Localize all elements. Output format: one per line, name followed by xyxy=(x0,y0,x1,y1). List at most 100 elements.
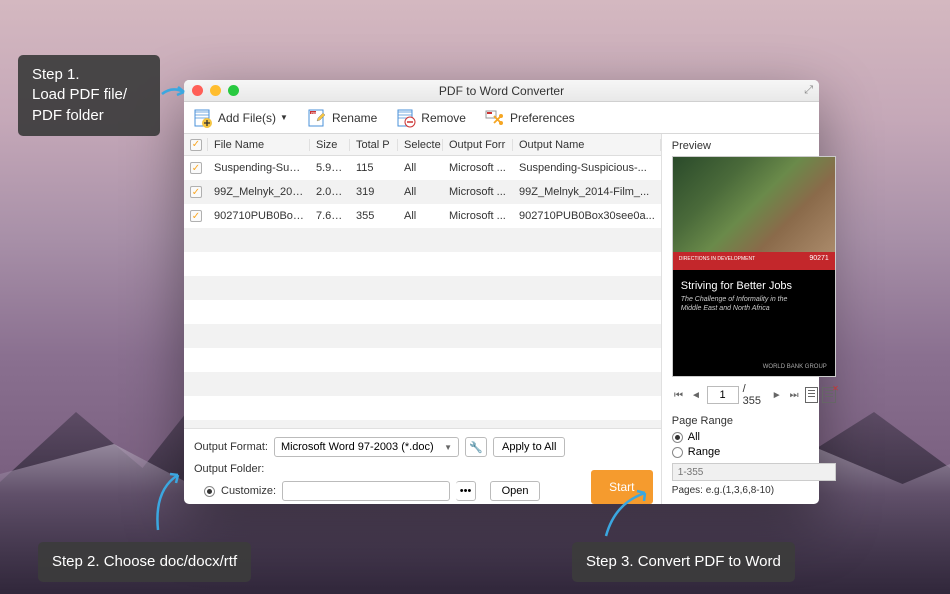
page-range-label: Page Range xyxy=(672,415,836,427)
callout-step1: Step 1. Load PDF file/ PDF folder xyxy=(18,55,160,136)
page-total: / 355 xyxy=(743,383,766,407)
pages-hint: Pages: e.g.(1,3,6,8-10) xyxy=(672,485,836,496)
cell-filename: 902710PUB0Box30... xyxy=(208,210,310,222)
output-format-select[interactable]: Microsoft Word 97-2003 (*.doc) xyxy=(274,437,459,457)
page-first-icon[interactable]: ⏮ xyxy=(672,390,685,401)
table-header: File Name Size Total P Selecte Output Fo… xyxy=(184,134,661,156)
table-row[interactable]: 902710PUB0Box30...7.61 ...355AllMicrosof… xyxy=(184,204,661,228)
browse-button[interactable]: ••• xyxy=(456,481,476,501)
row-checkbox[interactable] xyxy=(190,162,202,174)
callout-step3: Step 3. Convert PDF to Word xyxy=(572,542,795,582)
preferences-label: Preferences xyxy=(510,111,575,125)
content: File Name Size Total P Selecte Output Fo… xyxy=(184,134,819,504)
book-cover-photo xyxy=(673,157,835,252)
row-checkbox[interactable] xyxy=(190,186,202,198)
output-format-label: Output Format: xyxy=(194,441,268,453)
cell-total: 355 xyxy=(350,210,398,222)
window-title: PDF to Word Converter xyxy=(184,84,819,98)
page-next-icon[interactable]: ► xyxy=(770,390,783,401)
cell-output: 99Z_Melnyk_2014-Film_... xyxy=(513,186,661,198)
cell-size: 5.97 ... xyxy=(310,162,350,174)
settings-gear-button[interactable]: 🔧 xyxy=(465,437,487,457)
arrow-step3 xyxy=(600,488,660,546)
page-prev-icon[interactable]: ◄ xyxy=(689,390,702,401)
table-row-empty xyxy=(184,228,661,252)
wrench-icon: 🔧 xyxy=(469,441,483,454)
book-black-area: Striving for Better Jobs The Challenge o… xyxy=(673,270,835,323)
table-row-empty xyxy=(184,300,661,324)
select-all-checkbox[interactable] xyxy=(190,139,202,151)
table-row-empty xyxy=(184,252,661,276)
add-files-label: Add File(s) xyxy=(218,111,276,125)
cell-output: Suspending-Suspicious-... xyxy=(513,162,661,174)
col-filename[interactable]: File Name xyxy=(208,139,310,151)
svg-text:PDF: PDF xyxy=(311,111,317,115)
book-title: Striving for Better Jobs xyxy=(681,280,827,292)
left-panel: File Name Size Total P Selecte Output Fo… xyxy=(184,134,662,504)
customize-label: Customize: xyxy=(221,485,276,497)
output-folder-label: Output Folder: xyxy=(194,463,264,475)
table-row-empty xyxy=(184,372,661,396)
open-button[interactable]: Open xyxy=(490,481,540,501)
table-row-empty xyxy=(184,420,661,428)
table-row-empty xyxy=(184,276,661,300)
range-all-radio[interactable] xyxy=(672,432,683,443)
book-subtitle1: The Challenge of Informality in the xyxy=(681,295,827,304)
page-last-icon[interactable]: ⏭ xyxy=(787,390,800,401)
app-window: PDF to Word Converter ⤢ Add File(s) ▼ PD… xyxy=(184,80,819,504)
cell-selected: All xyxy=(398,210,443,222)
book-red-band: DIRECTIONS IN DEVELOPMENT 90271 xyxy=(673,252,835,270)
table-row[interactable]: Suspending-Suspici...5.97 ...115AllMicro… xyxy=(184,156,661,180)
table-row-empty xyxy=(184,348,661,372)
page-delete-icon[interactable] xyxy=(822,387,835,403)
dropdown-caret-icon: ▼ xyxy=(280,113,288,122)
range-input[interactable] xyxy=(672,463,836,481)
remove-icon xyxy=(395,108,417,128)
range-range-radio[interactable] xyxy=(672,447,683,458)
cell-total: 115 xyxy=(350,162,398,174)
table-row[interactable]: 99Z_Melnyk_2014-...2.08 ...319AllMicroso… xyxy=(184,180,661,204)
footer: Output Format: Microsoft Word 97-2003 (*… xyxy=(184,428,661,504)
customize-path-input[interactable] xyxy=(282,481,450,501)
remove-label: Remove xyxy=(421,111,466,125)
add-file-icon xyxy=(192,108,214,128)
preview-label: Preview xyxy=(672,140,836,152)
cell-format: Microsoft ... xyxy=(443,210,513,222)
add-files-button[interactable]: Add File(s) ▼ xyxy=(192,108,288,128)
remove-button[interactable]: Remove xyxy=(395,108,466,128)
cell-filename: 99Z_Melnyk_2014-... xyxy=(208,186,310,198)
table-body: Suspending-Suspici...5.97 ...115AllMicro… xyxy=(184,156,661,428)
cell-output: 902710PUB0Box30see0a... xyxy=(513,210,661,222)
customize-radio[interactable] xyxy=(204,486,215,497)
preview-thumbnail[interactable]: DIRECTIONS IN DEVELOPMENT 90271 Striving… xyxy=(672,156,836,377)
callout-step2: Step 2. Choose doc/docx/rtf xyxy=(38,542,251,582)
preferences-button[interactable]: Preferences xyxy=(484,108,575,128)
maximize-icon[interactable]: ⤢ xyxy=(804,84,813,97)
pager: ⏮ ◄ / 355 ► ⏭ xyxy=(672,383,836,407)
page-number-input[interactable] xyxy=(707,386,739,404)
toolbar: Add File(s) ▼ PDF Rename Remove Preferen… xyxy=(184,102,819,134)
apply-to-all-button[interactable]: Apply to All xyxy=(493,437,565,457)
rename-label: Rename xyxy=(332,111,377,125)
range-range-label: Range xyxy=(688,446,720,458)
rename-button[interactable]: PDF Rename xyxy=(306,108,377,128)
preview-panel: Preview DIRECTIONS IN DEVELOPMENT 90271 … xyxy=(662,134,846,504)
cell-size: 7.61 ... xyxy=(310,210,350,222)
table-row-empty xyxy=(184,396,661,420)
cell-selected: All xyxy=(398,186,443,198)
col-output[interactable]: Output Name xyxy=(513,139,661,151)
range-all-label: All xyxy=(688,431,700,443)
col-size[interactable]: Size xyxy=(310,139,350,151)
page-view-icon[interactable] xyxy=(805,387,818,403)
cell-total: 319 xyxy=(350,186,398,198)
output-format-value: Microsoft Word 97-2003 (*.doc) xyxy=(281,441,434,453)
arrow-step1 xyxy=(160,82,190,115)
col-selected[interactable]: Selecte xyxy=(398,139,443,151)
titlebar: PDF to Word Converter ⤢ xyxy=(184,80,819,102)
cell-selected: All xyxy=(398,162,443,174)
col-total[interactable]: Total P xyxy=(350,139,398,151)
row-checkbox[interactable] xyxy=(190,210,202,222)
rename-icon: PDF xyxy=(306,108,328,128)
col-format[interactable]: Output Forr xyxy=(443,139,513,151)
table-row-empty xyxy=(184,324,661,348)
